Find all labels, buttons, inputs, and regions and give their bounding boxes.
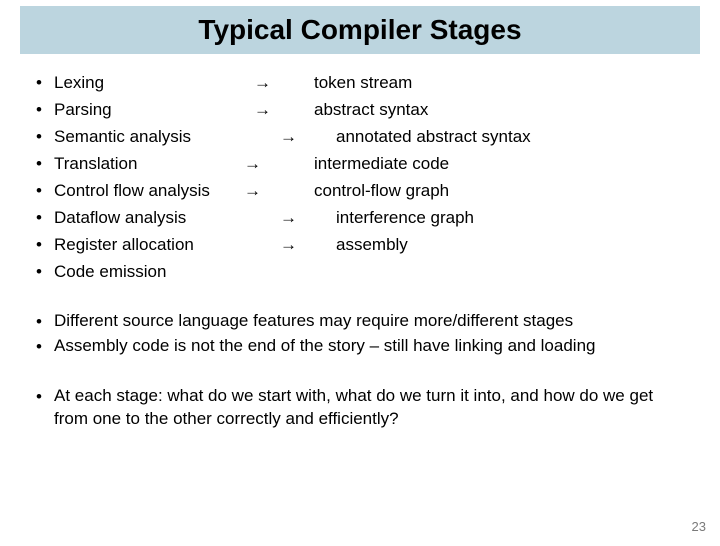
- bullet-icon: •: [36, 385, 54, 409]
- arrow-icon: →: [254, 99, 314, 122]
- stage-output: annotated abstract syntax: [314, 126, 684, 149]
- arrow-icon: →: [254, 234, 314, 257]
- note-text: Different source language features may r…: [54, 310, 684, 333]
- bullet-icon: •: [36, 180, 54, 203]
- stage-name: Code emission: [54, 261, 254, 284]
- stage-output: control-flow graph: [304, 180, 684, 203]
- list-item: • Dataflow analysis → interference graph: [36, 207, 684, 230]
- bullet-icon: •: [36, 99, 54, 122]
- slide: Typical Compiler Stages • Lexing → token…: [0, 6, 720, 546]
- bullet-icon: •: [36, 153, 54, 176]
- stages-list: • Lexing → token stream • Parsing → abst…: [36, 72, 684, 284]
- list-item: • Control flow analysis → control-flow g…: [36, 180, 684, 203]
- list-item: • At each stage: what do we start with, …: [36, 385, 684, 431]
- list-item: • Parsing → abstract syntax: [36, 99, 684, 122]
- stage-output: abstract syntax: [314, 99, 684, 122]
- list-item: • Lexing → token stream: [36, 72, 684, 95]
- arrow-icon: →: [254, 207, 314, 230]
- list-item: • Semantic analysis → annotated abstract…: [36, 126, 684, 149]
- list-item: • Code emission: [36, 261, 684, 284]
- stage-output: interference graph: [314, 207, 684, 230]
- note-text: At each stage: what do we start with, wh…: [54, 385, 684, 431]
- stage-output: token stream: [314, 72, 684, 95]
- note-text: Assembly code is not the end of the stor…: [54, 335, 684, 358]
- stage-output: intermediate code: [304, 153, 684, 176]
- stage-output: assembly: [314, 234, 684, 257]
- arrow-icon: →: [254, 72, 314, 95]
- arrow-icon: →: [254, 126, 314, 149]
- bullet-icon: •: [36, 72, 54, 95]
- notes-list-2: • At each stage: what do we start with, …: [36, 385, 684, 431]
- slide-content: • Lexing → token stream • Parsing → abst…: [0, 54, 720, 431]
- stage-name: Lexing: [54, 72, 254, 95]
- stage-name: Semantic analysis: [54, 126, 254, 149]
- stage-name: Dataflow analysis: [54, 207, 254, 230]
- arrow-icon: →: [244, 153, 304, 176]
- list-item: • Assembly code is not the end of the st…: [36, 335, 684, 359]
- page-number: 23: [692, 519, 706, 534]
- title-bar: Typical Compiler Stages: [20, 6, 700, 54]
- bullet-icon: •: [36, 207, 54, 230]
- bullet-icon: •: [36, 234, 54, 257]
- bullet-icon: •: [36, 261, 54, 284]
- stage-name: Parsing: [54, 99, 254, 122]
- stage-name: Register allocation: [54, 234, 254, 257]
- list-item: • Different source language features may…: [36, 310, 684, 334]
- stage-name: Control flow analysis: [54, 180, 244, 203]
- arrow-icon: →: [244, 180, 304, 203]
- slide-title: Typical Compiler Stages: [198, 14, 521, 46]
- bullet-icon: •: [36, 126, 54, 149]
- bullet-icon: •: [36, 310, 54, 334]
- stage-name: Translation: [54, 153, 244, 176]
- list-item: • Translation → intermediate code: [36, 153, 684, 176]
- bullet-icon: •: [36, 335, 54, 359]
- notes-list-1: • Different source language features may…: [36, 310, 684, 360]
- list-item: • Register allocation → assembly: [36, 234, 684, 257]
